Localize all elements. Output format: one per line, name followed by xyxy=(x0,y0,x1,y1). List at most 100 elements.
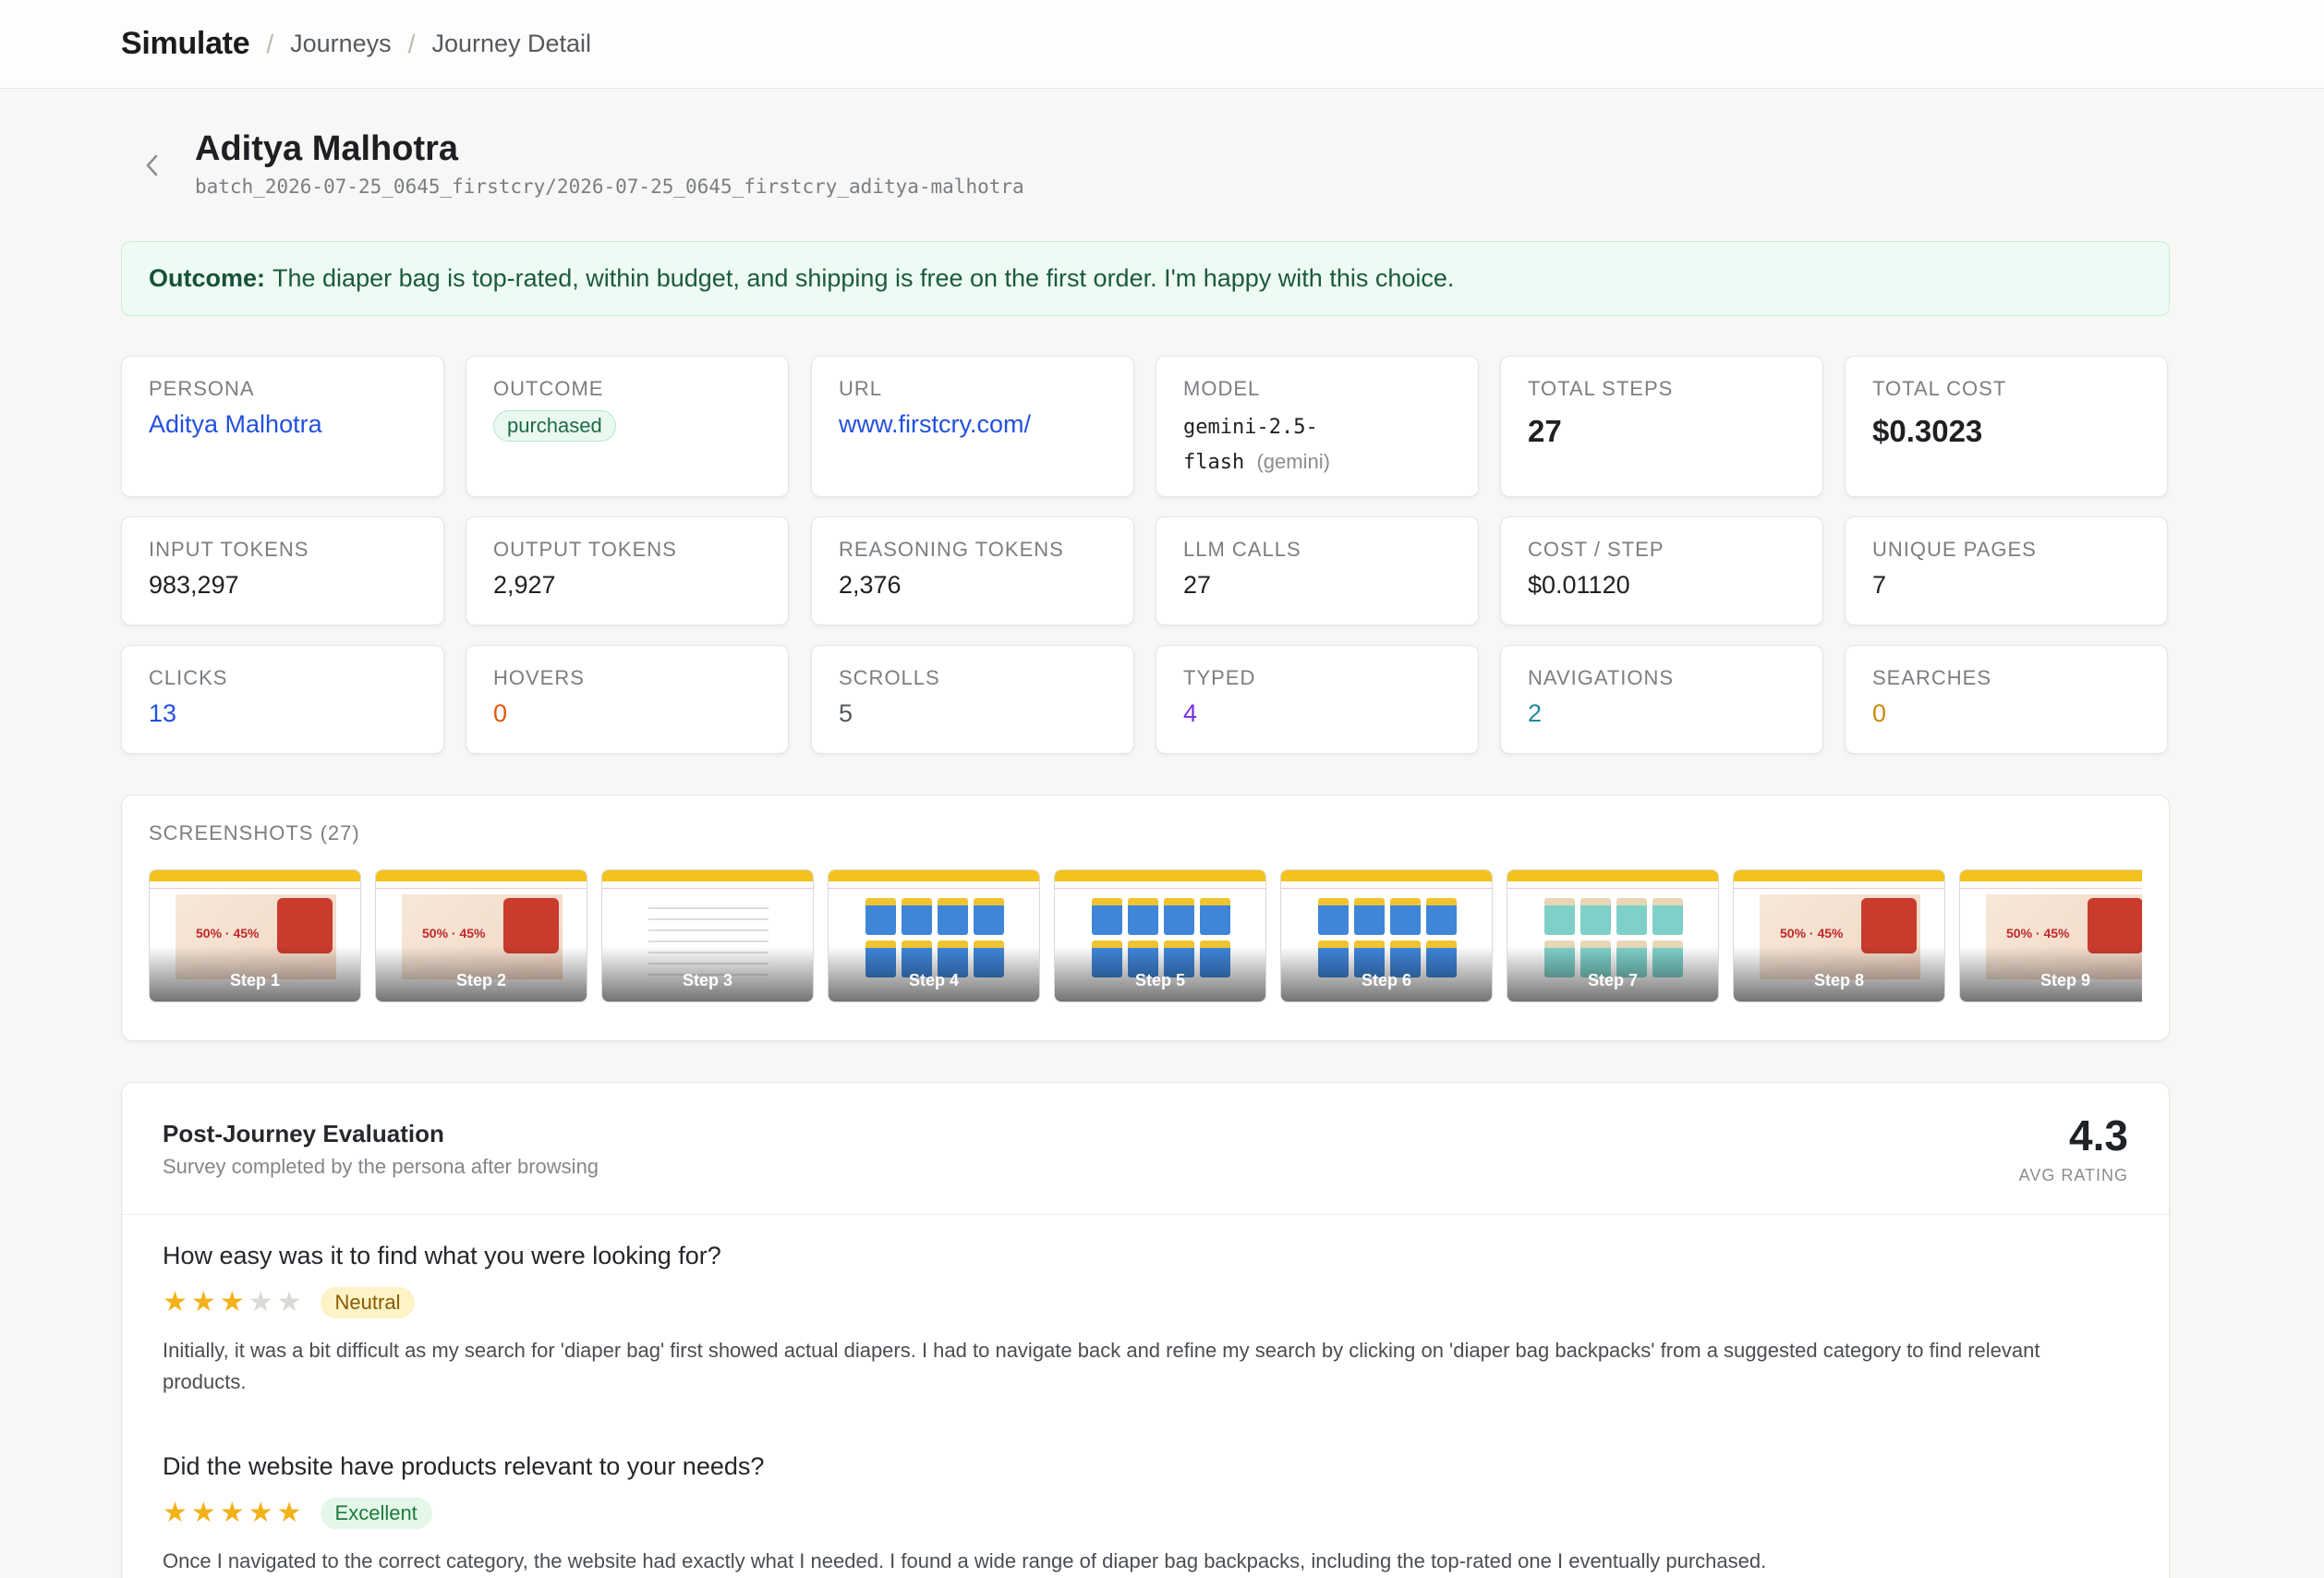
screenshot-thumbnail[interactable]: Step 4 xyxy=(828,869,1040,1002)
star-icon: ★ xyxy=(248,1287,273,1317)
stat-label: LLM CALLS xyxy=(1183,538,1301,561)
post-journey-evaluation-panel: Post-Journey Evaluation Survey completed… xyxy=(121,1082,2170,1578)
breadcrumb-journey-detail: Journey Detail xyxy=(431,30,592,57)
screenshot-step-label: Step 5 xyxy=(1134,971,1186,989)
evaluation-title: Post-Journey Evaluation xyxy=(163,1120,444,1147)
stat-label: MODEL xyxy=(1183,377,1261,400)
journey-path: batch_2026-07-25_0645_firstcry/2026-07-2… xyxy=(195,176,1024,198)
back-button[interactable] xyxy=(138,150,165,181)
question-rating: ★ ★ ★ ★ ★ Excellent xyxy=(163,1496,2130,1531)
stat-card-persona: PERSONA Aditya Malhotra xyxy=(121,356,444,497)
screenshot-thumbnail[interactable]: Step 5 xyxy=(1054,869,1266,1002)
screenshot-thumbnail[interactable]: Step 7 xyxy=(1507,869,1719,1002)
journey-header: Aditya Malhotra batch_2026-07-25_0645_fi… xyxy=(121,129,2170,203)
survey-question: How easy was it to find what you were lo… xyxy=(163,1242,2130,1398)
stat-card-total-steps: TOTAL STEPS 27 xyxy=(1500,356,1823,497)
screenshot-step-label: Step 2 xyxy=(455,971,507,989)
star-icon: ★ xyxy=(190,1498,216,1528)
hovers-value: 0 xyxy=(493,699,508,727)
cost-per-step-value: $0.01120 xyxy=(1528,571,1630,599)
rating-tag-badge: Excellent xyxy=(320,1498,432,1529)
screenshot-thumbnail[interactable]: Step 3 xyxy=(601,869,814,1002)
stat-card-total-cost: TOTAL COST $0.3023 xyxy=(1845,356,2168,497)
stat-card-typed: TYPED 4 xyxy=(1156,645,1479,754)
stat-card-outcome: OUTCOME purchased xyxy=(466,356,789,497)
screenshot-thumbnail[interactable]: Step 6 xyxy=(1280,869,1493,1002)
screenshots-strip[interactable]: 50% · 45% Step 1 50% · 45% Step 2 Step 3 Step… xyxy=(149,869,2142,1002)
screenshots-title: SCREENSHOTS (27) xyxy=(149,821,360,844)
stat-label: UNIQUE PAGES xyxy=(1872,538,2037,561)
stat-label: TOTAL COST xyxy=(1872,377,2007,400)
stat-label: TYPED xyxy=(1183,666,1256,689)
typed-value: 4 xyxy=(1183,699,1198,727)
star-rating: ★ ★ ★ ★ ★ xyxy=(163,1499,306,1527)
screenshot-thumbnail[interactable]: 50% · 45% Step 8 xyxy=(1733,869,1945,1002)
answer-text: Initially, it was a bit difficult as my … xyxy=(163,1339,2040,1393)
stat-card-searches: SEARCHES 0 xyxy=(1845,645,2168,754)
outcome-banner: Outcome: The diaper bag is top-rated, wi… xyxy=(121,241,2170,316)
stat-card-model: MODEL gemini-2.5- flash (gemini) xyxy=(1156,356,1479,497)
stat-card-hovers: HOVERS 0 xyxy=(466,645,789,754)
breadcrumb-separator: / xyxy=(266,29,274,58)
screenshot-step-label: Step 4 xyxy=(908,971,960,989)
screenshots-panel: SCREENSHOTS (27) 50% · 45% Step 1 50% · 45… xyxy=(121,795,2170,1041)
avg-rating-value: 4.3 xyxy=(2069,1111,2128,1159)
avg-rating-label: AVG RATING xyxy=(2018,1166,2128,1184)
stat-card-cost-per-step: COST / STEP $0.01120 xyxy=(1500,516,1823,625)
stat-label: NAVIGATIONS xyxy=(1528,666,1675,689)
stat-label: PERSONA xyxy=(149,377,255,400)
star-icon: ★ xyxy=(163,1287,188,1317)
unique-pages-value: 7 xyxy=(1872,571,1887,599)
stat-label: OUTPUT TOKENS xyxy=(493,538,677,561)
stat-card-navigations: NAVIGATIONS 2 xyxy=(1500,645,1823,754)
model-name-line1: gemini-2.5- xyxy=(1183,416,1318,439)
stat-label: CLICKS xyxy=(149,666,228,689)
searches-value: 0 xyxy=(1872,699,1887,727)
screenshot-thumbnail[interactable]: 50% · 45% Step 2 xyxy=(375,869,587,1002)
star-rating: ★ ★ ★ ★ ★ xyxy=(163,1289,306,1317)
screenshot-thumbnail[interactable]: 50% · 45% Step 9 xyxy=(1959,869,2142,1002)
breadcrumb-separator: / xyxy=(407,29,416,58)
screenshot-step-label: Step 3 xyxy=(682,971,733,989)
stat-label: URL xyxy=(839,377,883,400)
screenshot-step-label: Step 8 xyxy=(1813,971,1865,989)
stat-label: TOTAL STEPS xyxy=(1528,377,1674,400)
star-icon: ★ xyxy=(219,1498,245,1528)
survey-question: Did the website have products relevant t… xyxy=(163,1452,2130,1577)
llm-calls-value: 27 xyxy=(1183,571,1212,599)
top-navigation-bar: Simulate / Journeys / Journey Detail xyxy=(0,0,2324,89)
url-link[interactable]: www.firstcry.com/ xyxy=(839,410,1107,439)
screenshot-step-label: Step 9 xyxy=(2040,971,2091,989)
outcome-banner-text: The diaper bag is top-rated, within budg… xyxy=(272,264,1455,292)
star-icon: ★ xyxy=(276,1498,302,1528)
stat-card-input-tokens: INPUT TOKENS 983,297 xyxy=(121,516,444,625)
stat-card-url: URL www.firstcry.com/ xyxy=(811,356,1134,497)
screenshot-step-label: Step 1 xyxy=(229,971,281,989)
stat-label: HOVERS xyxy=(493,666,585,689)
screenshot-step-label: Step 7 xyxy=(1587,971,1639,989)
brand-logo-text[interactable]: Simulate xyxy=(121,26,250,62)
stat-card-unique-pages: UNIQUE PAGES 7 xyxy=(1845,516,2168,625)
total-steps-value: 27 xyxy=(1528,414,1562,448)
reasoning-tokens-value: 2,376 xyxy=(839,571,902,599)
question-rating: ★ ★ ★ ★ ★ Neutral xyxy=(163,1285,2130,1320)
stat-card-output-tokens: OUTPUT TOKENS 2,927 xyxy=(466,516,789,625)
breadcrumb-journeys[interactable]: Journeys xyxy=(290,30,392,58)
star-icon: ★ xyxy=(219,1287,245,1317)
answer-text: Once I navigated to the correct category… xyxy=(163,1549,1767,1572)
scrolls-value: 5 xyxy=(839,699,853,727)
input-tokens-value: 983,297 xyxy=(149,571,239,599)
star-icon: ★ xyxy=(276,1287,302,1317)
star-icon: ★ xyxy=(163,1498,188,1528)
persona-link[interactable]: Aditya Malhotra xyxy=(149,410,417,439)
screenshot-thumbnail[interactable]: 50% · 45% Step 1 xyxy=(149,869,361,1002)
model-provider: (gemini) xyxy=(1256,450,1330,473)
chevron-left-icon xyxy=(146,154,158,176)
question-text: How easy was it to find what you were lo… xyxy=(163,1242,721,1269)
question-text: Did the website have products relevant t… xyxy=(163,1452,765,1480)
stat-label: SEARCHES xyxy=(1872,666,1992,689)
stat-card-scrolls: SCROLLS 5 xyxy=(811,645,1134,754)
outcome-banner-label: Outcome: xyxy=(149,264,266,292)
evaluation-subtitle: Survey completed by the persona after br… xyxy=(163,1155,599,1178)
star-icon: ★ xyxy=(190,1287,216,1317)
